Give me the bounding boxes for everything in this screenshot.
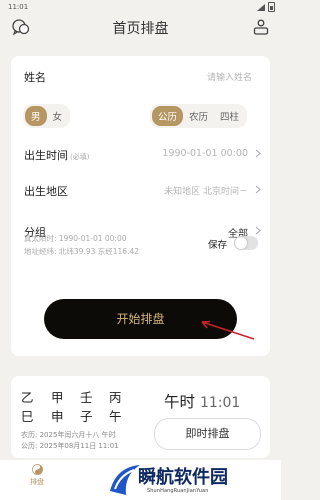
birth-time-field[interactable]: 1990-01-01 00:00 — [162, 148, 248, 159]
branch-2: 申 — [51, 409, 64, 424]
nav-item-paipan[interactable]: 排盘 — [22, 464, 52, 487]
title-bar: 首页排盘 — [0, 14, 281, 42]
calendar-pillars-option[interactable]: 四柱 — [214, 106, 245, 126]
birth-time-label: 出生时间 (必填) — [24, 147, 89, 163]
current-hour: 午时 11:01 — [164, 390, 240, 412]
battery-icon — [268, 2, 275, 12]
system-icons — [257, 2, 275, 12]
page-title: 首页排盘 — [112, 21, 169, 37]
lunar-date: 农历: 2025年闰六月十八 午时 — [21, 431, 116, 439]
branch-4: 午 — [109, 409, 122, 424]
birth-time-label-text: 出生时间 — [24, 149, 68, 162]
watermark-text: 瞬航软件园 — [138, 467, 228, 488]
chevron-right-icon — [255, 185, 261, 194]
calendar-lunar-option[interactable]: 农历 — [183, 106, 214, 126]
status-time: 11:01 — [8, 3, 29, 11]
coordinates-text: 地址经纬: 北纬39.93 东经116.42 — [24, 247, 140, 256]
required-note: (必填) — [70, 153, 90, 161]
instant-chart-button[interactable]: 即时排盘 — [154, 418, 261, 450]
status-bar: 11:01 — [0, 0, 281, 14]
name-input[interactable]: 请输入姓名 — [207, 70, 252, 83]
now-chart-card: 乙 甲 壬 丙 巳 申 子 午 农历: 2025年闰六月十八 午时 公历: 20… — [11, 376, 270, 458]
calendar-type-toggle: 公历 农历 四柱 — [150, 104, 248, 128]
watermark-subtext: ShunHangRuanJianYuan — [147, 488, 209, 494]
stem-1: 乙 — [21, 390, 34, 405]
nav-label-paipan: 排盘 — [30, 478, 44, 486]
yin-yang-icon — [31, 464, 43, 475]
birth-place-label: 出生地区 — [24, 185, 68, 198]
name-label: 姓名 — [24, 71, 46, 84]
chevron-right-icon — [255, 226, 261, 235]
stem-3: 壬 — [80, 390, 93, 405]
user-icon[interactable] — [252, 18, 270, 36]
solar-date: 公历: 2025年08月11日 11:01 — [21, 442, 119, 450]
arrow-annotation-icon — [201, 320, 255, 340]
chevron-right-icon — [255, 149, 261, 158]
gender-female-option[interactable]: 女 — [47, 106, 69, 126]
birth-place-field[interactable]: 未知地区 北京时间－ — [164, 184, 248, 197]
stem-4: 丙 — [109, 390, 122, 405]
chart-form-card: 姓名 请输入姓名 男 女 公历 农历 四柱 出生时间 (必填) 1990-01-0… — [11, 56, 270, 356]
branch-3: 子 — [80, 409, 93, 424]
hour-time: 11:01 — [199, 395, 241, 411]
true-solar-time: 真太阳时: 1990-01-01 00:00 — [24, 234, 127, 243]
branch-1: 巳 — [21, 409, 34, 424]
calendar-solar-option[interactable]: 公历 — [152, 106, 184, 126]
stem-2: 甲 — [51, 390, 64, 405]
save-label: 保存 — [208, 240, 228, 251]
signal-icon — [257, 3, 265, 11]
gender-male-option[interactable]: 男 — [25, 106, 47, 126]
gender-toggle: 男 女 — [23, 104, 71, 128]
hour-name: 午时 — [164, 393, 196, 411]
save-toggle[interactable] — [234, 236, 258, 250]
